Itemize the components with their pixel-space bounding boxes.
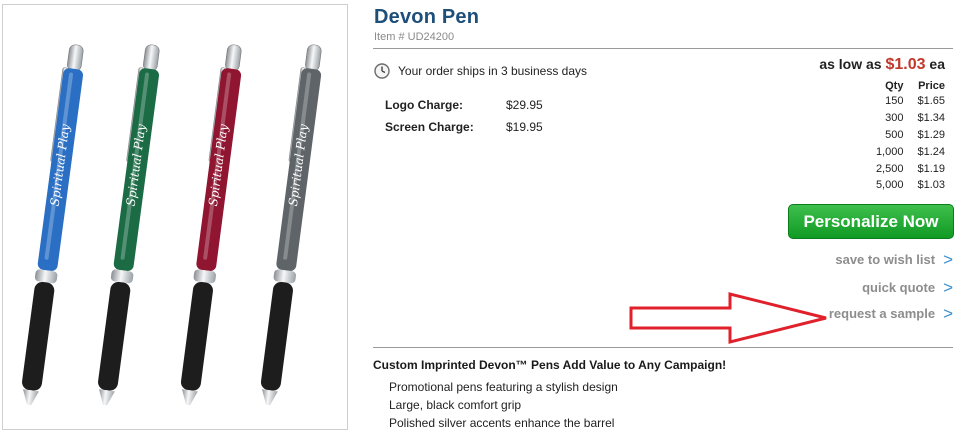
chevron-right-icon: > <box>943 278 953 297</box>
table-row: 5,000 $1.03 <box>862 177 945 194</box>
charge-label: Logo Charge: <box>385 98 463 112</box>
low-suffix: ea <box>929 56 945 72</box>
charge-row-logo: Logo Charge: $29.95 <box>385 98 543 120</box>
request-sample-label: request a sample <box>828 306 936 321</box>
annotation-arrow-icon <box>629 292 827 344</box>
charge-label: Screen Charge: <box>385 120 474 134</box>
price-cell: $1.65 <box>917 95 945 108</box>
quick-quote-label: quick quote <box>862 280 936 295</box>
qty-cell: 500 <box>885 128 904 141</box>
chevron-right-icon: > <box>943 250 953 269</box>
divider <box>373 48 953 49</box>
table-row: 300 $1.34 <box>862 110 945 127</box>
charge-row-screen: Screen Charge: $19.95 <box>385 120 543 142</box>
charge-value: $29.95 <box>506 98 543 112</box>
divider <box>373 347 953 348</box>
low-prefix: as low as <box>819 56 882 72</box>
qty-cell: 1,000 <box>875 145 904 158</box>
personalize-now-button[interactable]: Personalize Now <box>788 204 954 239</box>
ship-text: Your order ships in 3 business days <box>398 64 587 78</box>
chevron-right-icon: > <box>943 304 953 323</box>
price-table: Qty Price 150 $1.65 300 $1.34 500 $1.29 1,0… <box>862 78 945 194</box>
product-image[interactable]: Spiritual Play Spiritual Play Spiritual Pl… <box>2 4 348 430</box>
clock-icon <box>374 63 390 79</box>
price-cell: $1.03 <box>917 179 945 192</box>
shipping-info: Your order ships in 3 business days <box>374 63 587 79</box>
request-sample-link[interactable]: request a sample > <box>829 305 953 322</box>
table-row: 2,500 $1.19 <box>862 160 945 177</box>
qty-cell: 300 <box>885 112 904 125</box>
qty-cell: 150 <box>885 95 904 108</box>
wishlist-label: save to wish list <box>835 252 936 267</box>
list-item: Promotional pens featuring a stylish des… <box>389 380 618 394</box>
feature-list: Promotional pens featuring a stylish des… <box>389 379 618 433</box>
table-row: 150 $1.65 <box>862 93 945 110</box>
price-table-header: Qty Price <box>862 78 945 93</box>
pen-3: Spiritual Play <box>180 44 242 406</box>
item-number: Item # UD24200 <box>374 31 455 43</box>
price-cell: $1.29 <box>917 128 945 141</box>
pen-2: Spiritual Play <box>98 44 160 406</box>
table-row: 500 $1.29 <box>862 127 945 144</box>
qty-cell: 2,500 <box>875 162 904 175</box>
qty-header: Qty <box>885 79 904 92</box>
table-row: 1,000 $1.24 <box>862 143 945 160</box>
lowest-price: as low as $1.03 ea <box>819 56 945 74</box>
price-cell: $1.24 <box>917 145 945 158</box>
save-to-wishlist-link[interactable]: save to wish list > <box>835 251 953 268</box>
pen-1: Spiritual Play <box>22 44 84 406</box>
setup-charges: Logo Charge: $29.95 Screen Charge: $19.9… <box>385 98 543 142</box>
price-cell: $1.34 <box>917 112 945 125</box>
charge-value: $19.95 <box>506 120 543 134</box>
pens-illustration: Spiritual Play Spiritual Play Spiritual Pl… <box>22 44 322 406</box>
quick-quote-link[interactable]: quick quote > <box>862 279 953 296</box>
price-header: Price <box>918 79 945 92</box>
pen-4: Spiritual Play <box>260 44 322 406</box>
product-title: Devon Pen <box>374 6 480 28</box>
qty-cell: 5,000 <box>875 179 904 192</box>
list-item: Large, black comfort grip <box>389 398 522 412</box>
price-cell: $1.19 <box>917 162 945 175</box>
list-item: Polished silver accents enhance the barr… <box>389 416 615 430</box>
low-price: $1.03 <box>885 56 926 73</box>
description-heading: Custom Imprinted Devon™ Pens Add Value t… <box>373 358 727 372</box>
